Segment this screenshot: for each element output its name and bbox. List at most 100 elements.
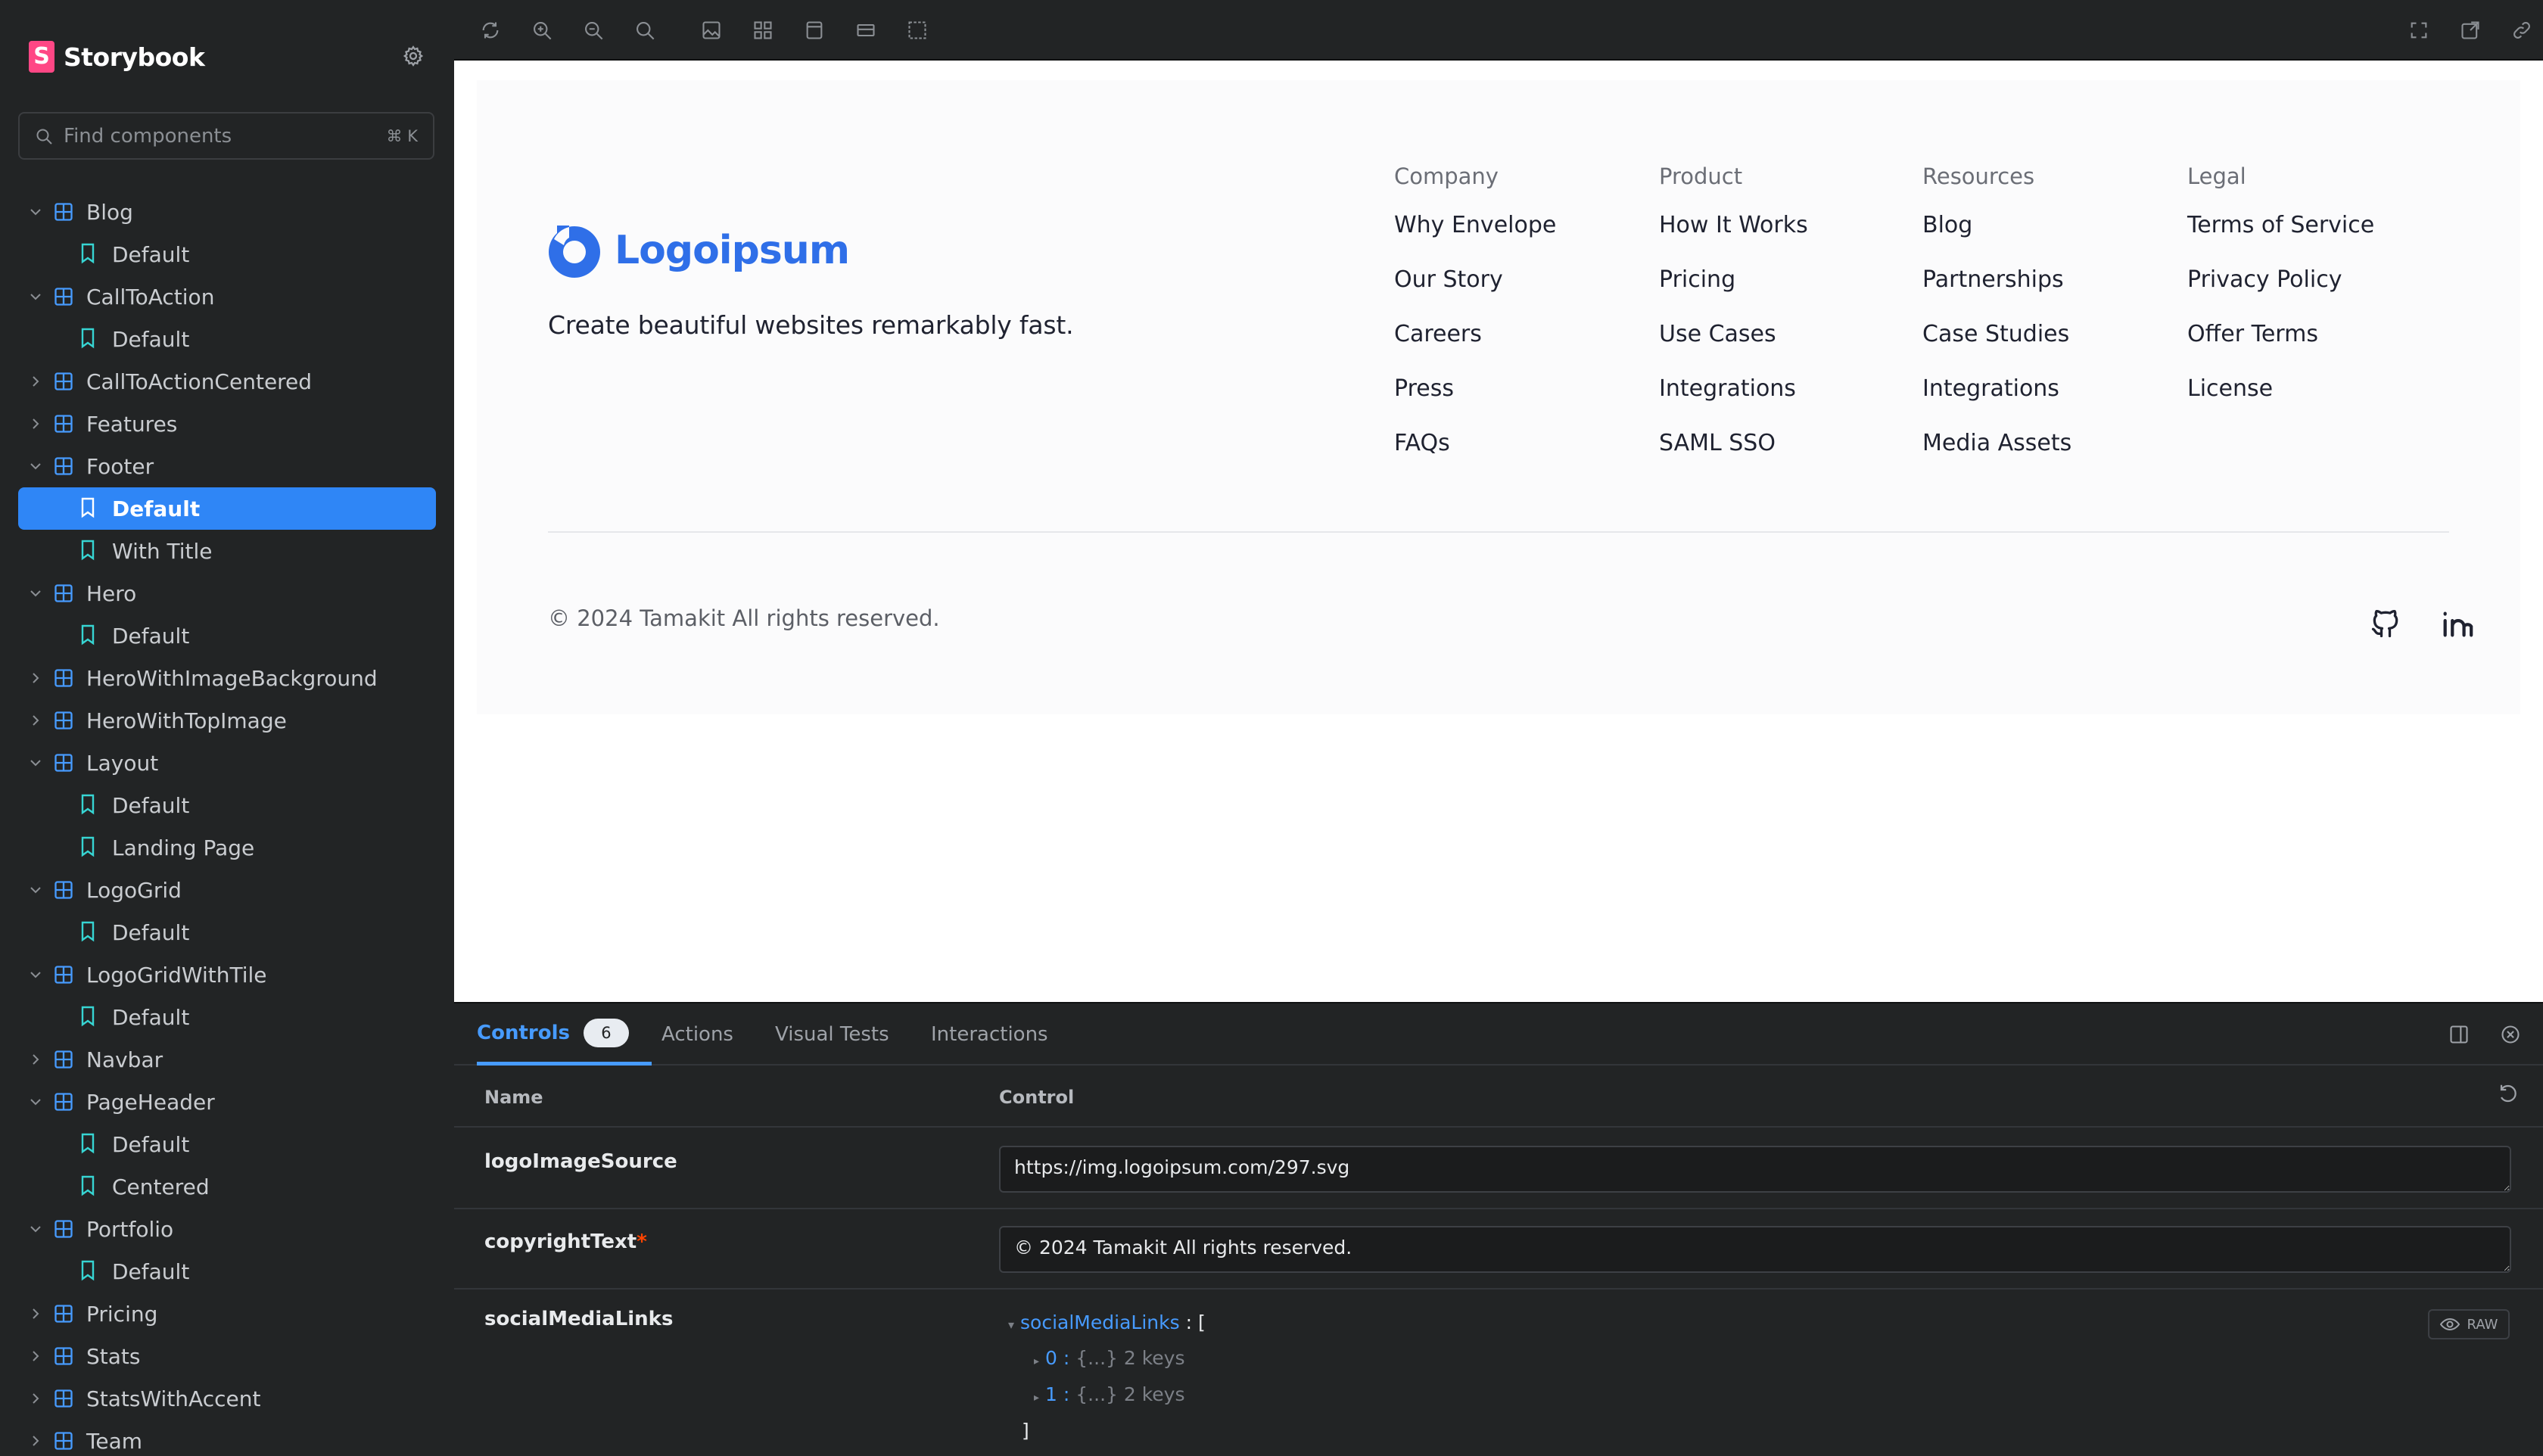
sidebar-component-logogridwithtile[interactable]: LogoGridWithTile bbox=[0, 954, 454, 996]
copy-link-icon[interactable] bbox=[2507, 15, 2537, 45]
tab-controls[interactable]: Controls 6 bbox=[477, 1003, 652, 1066]
raw-toggle-button[interactable]: RAW bbox=[2428, 1309, 2510, 1339]
chevron-down-icon[interactable] bbox=[27, 288, 44, 305]
sidebar-component-calltoactioncentered[interactable]: CallToActionCentered bbox=[0, 360, 454, 403]
footer-link[interactable]: Our Story bbox=[1394, 256, 1556, 310]
chevron-down-icon[interactable] bbox=[27, 1221, 44, 1237]
sidebar-component-logogrid[interactable]: LogoGrid bbox=[0, 869, 454, 911]
logo-image-source-input[interactable]: https://img.logoipsum.com/297.svg bbox=[999, 1146, 2511, 1193]
panel-orientation-icon[interactable] bbox=[2446, 1022, 2472, 1047]
chevron-down-icon[interactable] bbox=[27, 585, 44, 602]
zoom-reset-icon[interactable] bbox=[630, 15, 660, 45]
outline-icon[interactable] bbox=[902, 15, 932, 45]
footer-link[interactable]: Pricing bbox=[1659, 256, 1808, 310]
chevron-right-icon[interactable] bbox=[27, 373, 44, 390]
search-input[interactable]: Find components ⌘ K bbox=[18, 112, 434, 160]
tab-actions[interactable]: Actions bbox=[661, 1003, 733, 1066]
sidebar-story-default[interactable]: Default bbox=[0, 996, 454, 1038]
chevron-right-icon[interactable] bbox=[27, 1305, 44, 1322]
sidebar-story-default[interactable]: Default bbox=[0, 1250, 454, 1293]
zoom-in-icon[interactable] bbox=[527, 15, 557, 45]
footer-link[interactable]: FAQs bbox=[1394, 419, 1556, 474]
sidebar-story-default[interactable]: Default bbox=[0, 318, 454, 360]
sidebar-story-with-title[interactable]: With Title bbox=[0, 530, 454, 572]
control-name: copyrightText* bbox=[484, 1230, 647, 1253]
chevron-down-icon[interactable] bbox=[27, 882, 44, 898]
reload-icon[interactable] bbox=[475, 15, 506, 45]
grid-icon[interactable] bbox=[748, 15, 778, 45]
footer-link[interactable]: Case Studies bbox=[1922, 310, 2071, 365]
sidebar-component-team[interactable]: Team bbox=[0, 1420, 454, 1456]
chevron-down-icon[interactable] bbox=[27, 754, 44, 771]
copyright-text-input[interactable]: © 2024 Tamakit All rights reserved. bbox=[999, 1226, 2511, 1273]
chevron-right-icon[interactable] bbox=[27, 1433, 44, 1449]
sidebar-component-calltoaction[interactable]: CallToAction bbox=[0, 275, 454, 318]
zoom-out-icon[interactable] bbox=[578, 15, 609, 45]
viewport-icon[interactable] bbox=[799, 15, 830, 45]
sidebar-component-features[interactable]: Features bbox=[0, 403, 454, 445]
sidebar-component-stats[interactable]: Stats bbox=[0, 1335, 454, 1377]
footer-link[interactable]: Press bbox=[1394, 365, 1556, 419]
chevron-down-icon[interactable] bbox=[27, 966, 44, 983]
sidebar-component-portfolio[interactable]: Portfolio bbox=[0, 1208, 454, 1250]
sidebar-story-default[interactable]: Default bbox=[18, 487, 436, 530]
reset-controls-icon[interactable] bbox=[2498, 1082, 2520, 1109]
sidebar-story-default[interactable]: Default bbox=[0, 614, 454, 657]
chevron-down-icon[interactable] bbox=[27, 1094, 44, 1110]
chevron-right-icon[interactable] bbox=[27, 1051, 44, 1068]
chevron-right-icon[interactable] bbox=[27, 415, 44, 432]
sidebar-component-layout[interactable]: Layout bbox=[0, 742, 454, 784]
footer-link[interactable]: Offer Terms bbox=[2187, 310, 2374, 365]
footer-link[interactable]: SAML SSO bbox=[1659, 419, 1808, 474]
linkedin-icon[interactable] bbox=[2439, 605, 2475, 642]
chevron-right-icon[interactable] bbox=[27, 670, 44, 686]
fullscreen-icon[interactable] bbox=[2404, 15, 2434, 45]
sidebar-component-footer[interactable]: Footer bbox=[0, 445, 454, 487]
chevron-right-icon[interactable] bbox=[27, 1348, 44, 1364]
footer-link[interactable]: How It Works bbox=[1659, 201, 1808, 256]
footer-link[interactable]: Use Cases bbox=[1659, 310, 1808, 365]
tab-visual-tests[interactable]: Visual Tests bbox=[775, 1003, 889, 1066]
footer-link[interactable]: Media Assets bbox=[1922, 419, 2071, 474]
footer-link[interactable]: Careers bbox=[1394, 310, 1556, 365]
json-item-1[interactable]: ▸ 1 : {...} 2 keys bbox=[1008, 1378, 1206, 1414]
chevron-right-icon[interactable] bbox=[27, 712, 44, 729]
open-new-tab-icon[interactable] bbox=[2455, 15, 2485, 45]
sidebar-component-herowithimagebackground[interactable]: HeroWithImageBackground bbox=[0, 657, 454, 699]
close-panel-icon[interactable] bbox=[2498, 1022, 2523, 1047]
sidebar-story-centered[interactable]: Centered bbox=[0, 1165, 454, 1208]
sidebar-component-statswithaccent[interactable]: StatsWithAccent bbox=[0, 1377, 454, 1420]
sidebar-story-default[interactable]: Default bbox=[0, 784, 454, 826]
sidebar-component-pricing[interactable]: Pricing bbox=[0, 1293, 454, 1335]
sidebar-story-default[interactable]: Default bbox=[0, 1123, 454, 1165]
footer-logo[interactable]: Logoipsum bbox=[546, 222, 850, 278]
footer-link[interactable]: Integrations bbox=[1659, 365, 1808, 419]
settings-gear-icon[interactable] bbox=[400, 42, 427, 70]
sidebar-component-navbar[interactable]: Navbar bbox=[0, 1038, 454, 1081]
github-icon[interactable] bbox=[2367, 605, 2404, 642]
chevron-down-icon[interactable] bbox=[27, 204, 44, 220]
sidebar-story-landing-page[interactable]: Landing Page bbox=[0, 826, 454, 869]
footer-link[interactable]: Integrations bbox=[1922, 365, 2071, 419]
tab-interactions[interactable]: Interactions bbox=[931, 1003, 1048, 1066]
footer-link[interactable]: Blog bbox=[1922, 201, 2071, 256]
sidebar-component-pageheader[interactable]: PageHeader bbox=[0, 1081, 454, 1123]
chevron-down-icon[interactable] bbox=[27, 458, 44, 474]
footer-link[interactable]: Why Envelope bbox=[1394, 201, 1556, 256]
sidebar-component-hero[interactable]: Hero bbox=[0, 572, 454, 614]
sidebar-story-default[interactable]: Default bbox=[0, 911, 454, 954]
background-icon[interactable] bbox=[696, 15, 727, 45]
chevron-right-icon[interactable] bbox=[27, 1390, 44, 1407]
footer-link[interactable]: Terms of Service bbox=[2187, 201, 2374, 256]
sidebar-component-blog[interactable]: Blog bbox=[0, 191, 454, 233]
storybook-brand[interactable]: S Storybook bbox=[29, 38, 205, 76]
json-item-0[interactable]: ▸ 0 : {...} 2 keys bbox=[1008, 1342, 1206, 1378]
measure-icon[interactable] bbox=[851, 15, 881, 45]
footer-link[interactable]: Partnerships bbox=[1922, 256, 2071, 310]
json-root[interactable]: ▾ socialMediaLinks : [ bbox=[1008, 1306, 1206, 1342]
sidebar-story-default[interactable]: Default bbox=[0, 233, 454, 275]
social-media-links-json-editor[interactable]: ▾ socialMediaLinks : [ ▸ 0 : {...} 2 keys … bbox=[1008, 1306, 1206, 1448]
sidebar-component-herowithtopimage[interactable]: HeroWithTopImage bbox=[0, 699, 454, 742]
footer-link[interactable]: License bbox=[2187, 365, 2374, 419]
footer-link[interactable]: Privacy Policy bbox=[2187, 256, 2374, 310]
